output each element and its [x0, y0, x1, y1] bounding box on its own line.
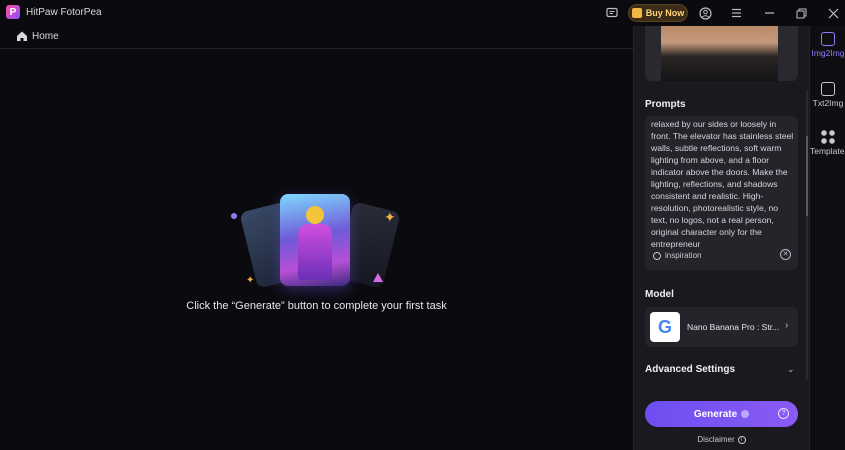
rail-item-templates[interactable]: Templates [810, 130, 845, 156]
advanced-settings-label: Advanced Settings [645, 364, 736, 375]
clear-icon[interactable]: ✕ [780, 249, 791, 260]
model-selector[interactable]: G Nano Banana Pro : Str... › [645, 307, 798, 347]
img2img-icon [821, 32, 835, 46]
menu-icon[interactable] [728, 5, 744, 21]
panel-scrollbar[interactable] [806, 90, 808, 380]
inspiration-button[interactable]: inspiration [653, 251, 701, 260]
prompt-text[interactable]: relaxed by our sides or loosely in front… [651, 118, 794, 250]
bulb-icon [653, 251, 661, 260]
main-canvas: ✦ ✦ Click the “Generate” button to compl… [0, 50, 633, 450]
chevron-down-icon: ⌄ [787, 364, 795, 374]
home-icon [17, 31, 27, 41]
rail-item-label: Txt2Img [812, 98, 844, 108]
empty-state-message: Click the “Generate” button to complete … [186, 300, 447, 312]
empty-state-illustration: ✦ ✦ [226, 192, 416, 342]
reference-image-photo [661, 26, 778, 81]
credit-icon [741, 410, 750, 418]
panel-scroll-thumb[interactable] [806, 136, 808, 216]
breadcrumb: Home [0, 26, 633, 49]
disclaimer-link[interactable]: Disclaimer i [645, 435, 798, 444]
buy-now-button[interactable]: Buy Now [628, 4, 688, 22]
google-logo-icon: G [650, 312, 680, 342]
restore-icon[interactable] [793, 5, 809, 21]
prompts-title: Prompts [645, 99, 686, 110]
sparkle-small-icon: ✦ [246, 275, 255, 286]
settings-panel: Prompts relaxed by our sides or loosely … [633, 26, 809, 450]
buy-now-label: Buy Now [645, 8, 685, 18]
decor-dot [231, 213, 237, 219]
mode-rail: Img2Img Txt2Img Templates [809, 26, 845, 450]
chevron-right-icon: › [785, 320, 789, 331]
help-icon[interactable]: ? [778, 408, 789, 419]
close-icon[interactable] [825, 5, 841, 21]
generate-button[interactable]: Generate ? [645, 401, 798, 427]
templates-icon [821, 130, 835, 144]
model-title: Model [645, 289, 674, 300]
triangle-icon [373, 273, 383, 282]
advanced-settings-toggle[interactable]: Advanced Settings ⌄ [645, 363, 798, 379]
model-name: Nano Banana Pro : Str... [687, 322, 780, 332]
rail-item-label: Img2Img [811, 48, 845, 58]
reference-image[interactable] [645, 26, 798, 81]
figure-head [306, 206, 324, 224]
figure-body [298, 224, 332, 280]
card-front [280, 194, 350, 286]
app-logo-icon: P [6, 5, 20, 19]
prompt-input[interactable]: relaxed by our sides or loosely in front… [645, 116, 798, 270]
rail-item-label: Templates [810, 146, 845, 156]
title-bar: P HitPaw FotorPea Buy Now [0, 0, 845, 26]
minimize-icon[interactable] [761, 5, 777, 21]
info-icon: i [737, 435, 746, 444]
app-title: HitPaw FotorPea [26, 7, 102, 18]
sparkle-icon: ✦ [384, 209, 396, 225]
disclaimer-label: Disclaimer [697, 435, 735, 444]
generate-label: Generate [693, 408, 738, 420]
inspiration-label: inspiration [665, 251, 702, 260]
rail-item-img2img[interactable]: Img2Img [810, 32, 845, 58]
user-icon[interactable] [697, 5, 713, 21]
feedback-icon[interactable] [604, 5, 620, 21]
txt2img-icon [821, 82, 835, 96]
rail-item-txt2img[interactable]: Txt2Img [810, 82, 845, 108]
home-label: Home [32, 31, 59, 42]
cart-icon [631, 8, 642, 18]
